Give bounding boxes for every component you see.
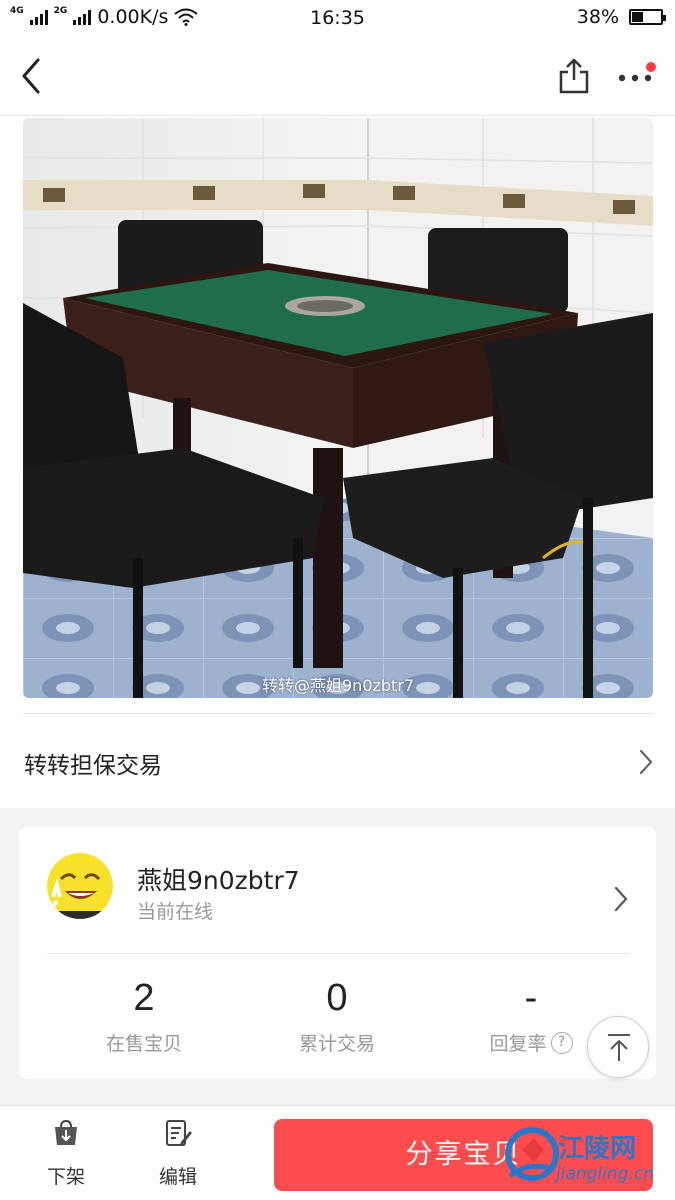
- stat-reply-rate-value: -: [524, 977, 538, 1019]
- stat-on-sale-label: 在售宝贝: [105, 1033, 182, 1055]
- share-button[interactable]: [554, 56, 594, 96]
- more-button[interactable]: [614, 58, 664, 94]
- status-bar: 4G 2G 0.00K/s 16:35 38%: [0, 0, 675, 36]
- guarantee-label: 转转担保交易: [24, 752, 162, 778]
- app-screen: 4G 2G 0.00K/s 16:35 38% 转转@燕姐9n0zbtr7 转转…: [0, 0, 675, 1200]
- stat-on-sale-value: 2: [133, 977, 155, 1019]
- seller-card: 燕姐9n0zbtr7 当前在线 2 在售宝贝 0 累计交易 - 回复率 ?: [19, 827, 656, 1079]
- clock: 16:35: [310, 7, 365, 29]
- edit-button[interactable]: 编辑: [138, 1118, 218, 1189]
- back-button[interactable]: [14, 54, 54, 98]
- share-icon: [559, 58, 589, 94]
- delist-label: 下架: [46, 1166, 85, 1188]
- mahjong-table-image: [23, 118, 653, 698]
- stat-total-trades-value: 0: [326, 977, 348, 1019]
- status-right: 38%: [576, 6, 666, 28]
- delist-bag-icon: [55, 1119, 77, 1145]
- battery-percent: 38%: [576, 6, 619, 28]
- scroll-to-top-button[interactable]: [587, 1016, 649, 1078]
- image-watermark: 转转@燕姐9n0zbtr7: [262, 676, 415, 695]
- edit-label: 编辑: [158, 1166, 197, 1188]
- edit-icon: [166, 1120, 192, 1146]
- seller-avatar[interactable]: [47, 853, 113, 919]
- seller-name[interactable]: 燕姐9n0zbtr7: [137, 861, 300, 897]
- guarantee-row[interactable]: 转转担保交易: [0, 716, 675, 808]
- chevron-left-icon: [22, 58, 40, 94]
- battery-icon: [629, 9, 666, 25]
- site-logo-emblem-icon: [505, 1127, 559, 1181]
- seller-profile-chevron-icon[interactable]: [613, 885, 629, 913]
- stat-total-trades-label: 累计交易: [298, 1033, 375, 1055]
- stat-total-trades[interactable]: 0 累计交易: [247, 975, 427, 1056]
- stat-reply-rate-label: 回复率: [489, 1033, 547, 1055]
- divider: [23, 713, 653, 714]
- stat-on-sale[interactable]: 2 在售宝贝: [54, 975, 234, 1056]
- seller-online-status: 当前在线: [137, 901, 214, 923]
- chevron-right-icon: [639, 749, 653, 775]
- site-logo-name: 江陵网: [558, 1134, 637, 1164]
- site-watermark-logo: 江陵网 jiangling.cn: [500, 1120, 675, 1200]
- site-logo-domain: jiangling.cn: [556, 1164, 654, 1184]
- notification-dot: [646, 62, 656, 72]
- product-photo[interactable]: [23, 118, 653, 698]
- nav-bar: [0, 36, 675, 116]
- more-dots-icon: [618, 74, 652, 82]
- help-icon[interactable]: ?: [550, 1031, 573, 1054]
- delist-button[interactable]: 下架: [26, 1118, 106, 1189]
- card-divider: [47, 953, 629, 954]
- smiley-avatar-icon: [47, 853, 113, 919]
- arrow-up-icon: [608, 1034, 630, 1061]
